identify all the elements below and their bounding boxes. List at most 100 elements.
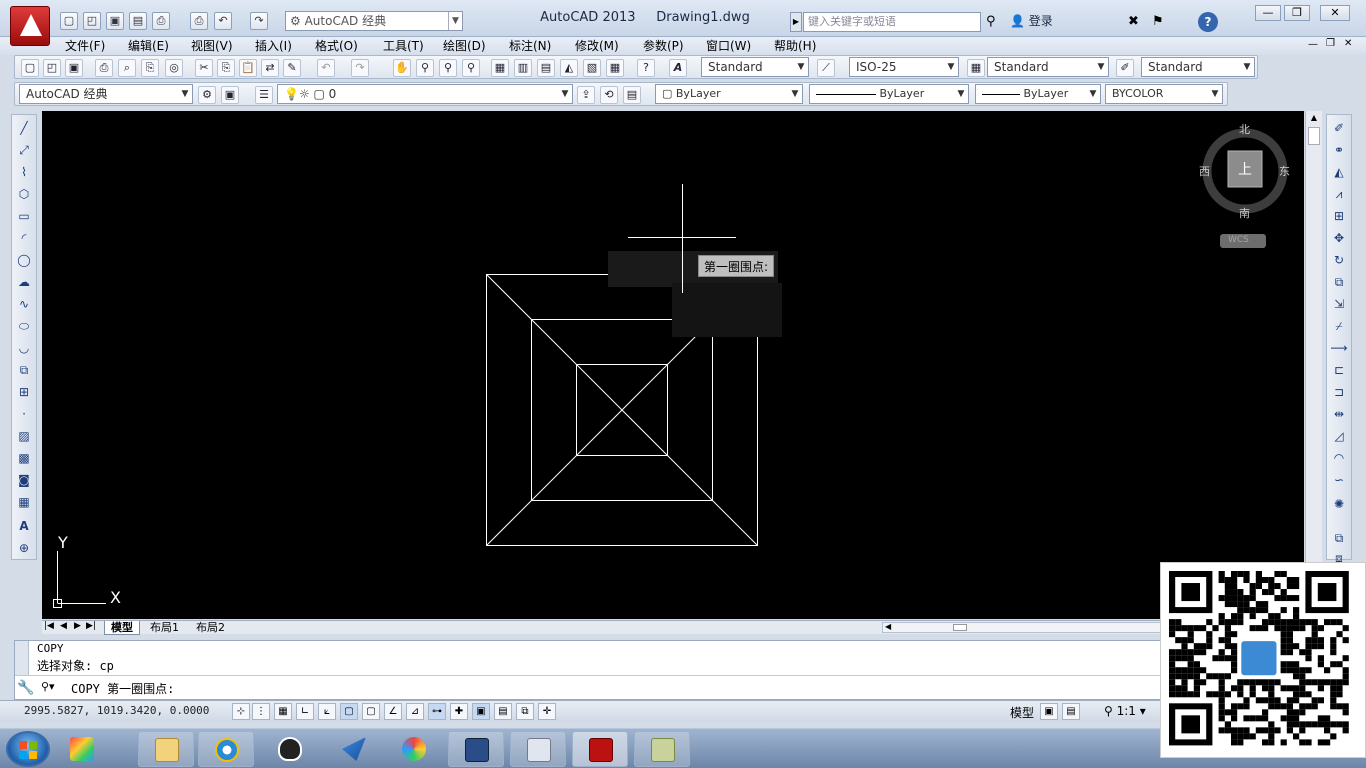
menu-edit[interactable]: 编辑(E) [128, 38, 169, 54]
ellipse-arc-icon[interactable]: ◡ [15, 339, 33, 357]
hscroll-thumb[interactable] [953, 624, 967, 631]
pan-icon[interactable]: ✋ [393, 59, 411, 77]
properties-icon[interactable]: ▦ [491, 59, 509, 77]
grid-display-icon[interactable]: ▦ [274, 703, 292, 720]
viewcube-west-label[interactable]: 西 [1199, 163, 1210, 179]
plot-preview-icon[interactable]: ⌕ [118, 59, 136, 77]
markup-icon[interactable]: ▧ [583, 59, 601, 77]
viewcube-top-face[interactable]: 上 [1238, 159, 1252, 179]
dimension-style-icon[interactable]: ⟋ [817, 59, 835, 77]
new-icon[interactable]: ▢ [21, 59, 39, 77]
annotation-scale[interactable]: ⚲ 1:1 ▾ [1104, 704, 1146, 718]
gradient-icon[interactable]: ▩ [15, 449, 33, 467]
exchange-icon[interactable]: ✖ [1128, 12, 1146, 32]
prev-tab-icon[interactable]: ◀ [60, 621, 67, 631]
object-snap-icon[interactable]: ▢ [340, 703, 358, 720]
design-center-icon[interactable]: ▥ [514, 59, 532, 77]
menu-draw[interactable]: 绘图(D) [443, 38, 486, 54]
tab-model[interactable]: 模型 [104, 621, 140, 635]
menu-insert[interactable]: 插入(I) [255, 38, 292, 54]
redo-icon[interactable]: ↷ [351, 59, 369, 77]
join-icon[interactable]: ⇹ [1330, 405, 1348, 423]
construction-line-icon[interactable]: ⤢ [15, 141, 33, 159]
offset-icon[interactable]: ⩘ [1330, 185, 1348, 203]
viewcube-north-label[interactable]: 北 [1239, 121, 1250, 137]
array-icon[interactable]: ⊞ [1330, 207, 1348, 225]
undo-icon[interactable]: ↶ [214, 12, 232, 30]
plot-style-dropdown[interactable]: BYCOLOR ▼ [1105, 84, 1223, 104]
tab-layout1[interactable]: 布局1 [146, 621, 183, 635]
multiline-text-icon[interactable]: A [15, 517, 33, 535]
annotation-monitor-icon[interactable]: ✛ [538, 703, 556, 720]
chamfer-icon[interactable]: ◿ [1330, 427, 1348, 445]
zoom-previous-icon[interactable]: ⚲ [462, 59, 480, 77]
workspace-dropdown[interactable]: ⚙ AutoCAD 经典 ▼ [285, 11, 463, 31]
object-snap-tracking-icon[interactable]: ∠ [384, 703, 402, 720]
text-style-icon[interactable]: A [669, 59, 687, 77]
table-style-icon[interactable]: ▦ [967, 59, 985, 77]
paint-app-icon[interactable] [62, 733, 102, 765]
polyline-icon[interactable]: ⌇ [15, 163, 33, 181]
tool-palettes-icon[interactable]: ▤ [537, 59, 555, 77]
open-icon[interactable]: ◰ [43, 59, 61, 77]
region-icon[interactable]: ◙ [15, 471, 33, 489]
command-options-icon[interactable]: ⚲▾ [41, 680, 55, 693]
circle-icon[interactable]: ◯ [15, 251, 33, 269]
ellipse-icon[interactable]: ⬭ [15, 317, 33, 335]
browser-task-button[interactable] [386, 731, 442, 767]
dimension-style-dropdown[interactable]: ISO-25 ▼ [849, 57, 959, 77]
qq-task-button[interactable] [262, 731, 318, 767]
start-button[interactable] [6, 731, 50, 767]
polar-tracking-icon[interactable]: ⟀ [318, 703, 336, 720]
viewcube-wcs-menu[interactable]: WCS [1228, 235, 1249, 245]
blend-curves-icon[interactable]: ∽ [1330, 471, 1348, 489]
viewcube[interactable] [1202, 128, 1288, 248]
table-style-dropdown[interactable]: Standard ▼ [987, 57, 1109, 77]
transparency-icon[interactable]: ▣ [472, 703, 490, 720]
open-file-icon[interactable]: ◰ [83, 12, 101, 30]
print-icon[interactable]: ⎙ [190, 12, 208, 30]
revision-cloud-icon[interactable]: ☁ [15, 273, 33, 291]
copy-object-icon[interactable]: ⚭ [1330, 141, 1348, 159]
help-icon[interactable]: ? [1198, 12, 1218, 32]
cut-icon[interactable]: ✂ [195, 59, 213, 77]
plot-icon[interactable]: ⎙ [95, 59, 113, 77]
redo-icon[interactable]: ↷ [250, 12, 268, 30]
restore-button[interactable]: ❐ [1284, 5, 1310, 21]
rectangle-icon[interactable]: ▭ [15, 207, 33, 225]
lineweight-dropdown[interactable]: ByLayer ▼ [975, 84, 1101, 104]
help-icon[interactable]: ? [637, 59, 655, 77]
feiq-task-button[interactable] [326, 731, 382, 767]
login-button[interactable]: 👤 登录 [1010, 12, 1053, 32]
command-input-row[interactable]: 🔧 ⚲▾ COPY 第一圈围点: [15, 675, 1165, 699]
explode-icon[interactable]: ✺ [1330, 495, 1348, 513]
stretch-icon[interactable]: ⇲ [1330, 295, 1348, 313]
command-grip[interactable] [15, 641, 29, 675]
undo-icon[interactable]: ↶ [317, 59, 335, 77]
drawing-canvas[interactable]: 第一圈围点: Y X 北 南 东 西 上 WCS [42, 111, 1304, 619]
recorder-task-button[interactable] [634, 731, 690, 767]
block-editor-icon[interactable]: ✎ [283, 59, 301, 77]
insert-block-icon[interactable]: ⧉ [15, 361, 33, 379]
layer-properties-icon[interactable]: ☰ [255, 86, 273, 104]
doc-minimize-icon[interactable]: — [1308, 39, 1318, 50]
coordinates-readout[interactable]: 2995.5827, 1019.3420, 0.0000 [24, 704, 209, 717]
first-tab-icon[interactable]: |◀ [44, 621, 54, 631]
quick-view-layouts-icon[interactable]: ▣ [1040, 703, 1058, 720]
extend-icon[interactable]: ⟶ [1330, 339, 1348, 357]
copy-icon[interactable]: ⎘ [217, 59, 235, 77]
binoculars-icon[interactable]: ⚲ [986, 12, 1004, 32]
quick-view-drawings-icon[interactable]: ▤ [1062, 703, 1080, 720]
color-dropdown[interactable]: ▢ ByLayer ▼ [655, 84, 803, 104]
break-at-point-icon[interactable]: ⊏ [1330, 361, 1348, 379]
app-menu-button[interactable] [10, 6, 50, 46]
vertical-scrollbar[interactable]: ▲ [1305, 111, 1322, 619]
snap-mode-icon[interactable]: ⋮ [252, 703, 270, 720]
fillet-icon[interactable]: ◠ [1330, 449, 1348, 467]
minimize-button[interactable]: — [1255, 5, 1281, 21]
next-tab-icon[interactable]: ▶ [74, 621, 81, 631]
zoom-realtime-icon[interactable]: ⚲ [416, 59, 434, 77]
move-icon[interactable]: ✥ [1330, 229, 1348, 247]
publish-icon[interactable]: ⎘ [141, 59, 159, 77]
workspace-save-icon[interactable]: ▣ [221, 86, 239, 104]
